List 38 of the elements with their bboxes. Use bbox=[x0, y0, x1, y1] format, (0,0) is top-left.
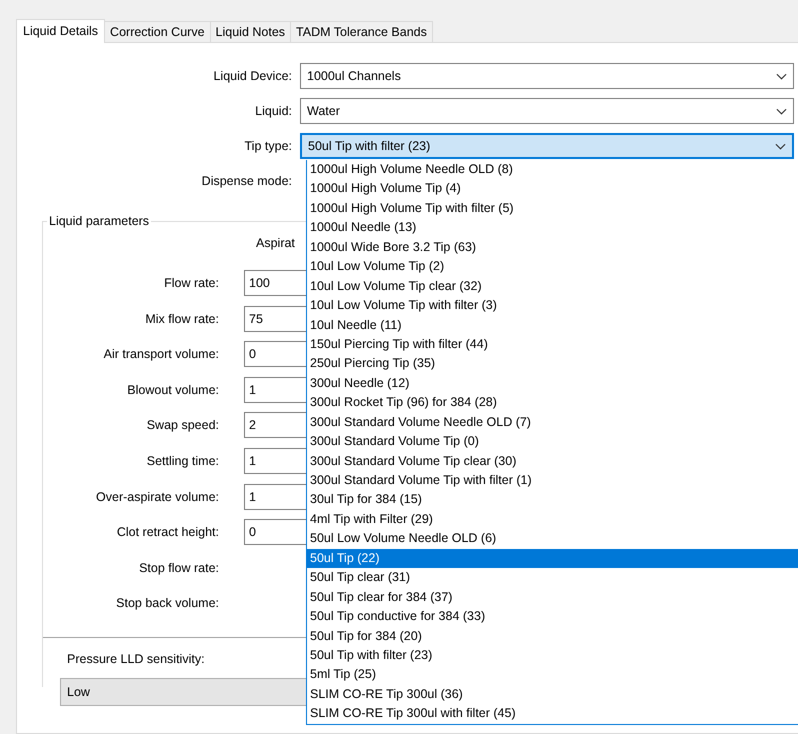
tab[interactable]: Liquid Notes bbox=[210, 21, 292, 42]
field-label: Stop flow rate: bbox=[138, 560, 220, 575]
field-label: Air transport volume: bbox=[102, 347, 220, 362]
group-title: Liquid parameters bbox=[47, 214, 152, 228]
list-option[interactable]: 50ul Tip (22) bbox=[307, 548, 798, 568]
field-label: Blowout volume: bbox=[126, 382, 220, 397]
list-option[interactable]: SLIM CO-RE Tip 300ul with filter (45) bbox=[307, 704, 798, 724]
field-label: Clot retract height: bbox=[116, 525, 220, 540]
list-option[interactable]: 1000ul High Volume Tip with filter (5) bbox=[307, 198, 798, 218]
list-option[interactable]: 1000ul Wide Bore 3.2 Tip (63) bbox=[307, 238, 798, 258]
field-label: Dispense mode: bbox=[200, 174, 293, 188]
list-option[interactable]: 50ul Tip conductive for 384 (33) bbox=[307, 607, 798, 626]
field-label: Pressure LLD sensitivity: bbox=[67, 652, 205, 666]
dropdown-field[interactable]: 1000ul Channels bbox=[300, 63, 794, 89]
chevron-down-icon bbox=[776, 72, 787, 80]
chevron-down-icon bbox=[776, 108, 787, 114]
list-option[interactable]: 1000ul High Volume Tip (4) bbox=[307, 179, 798, 199]
field-label: Flow rate: bbox=[163, 276, 220, 290]
dropdown-field[interactable]: 50ul Tip with filter (23) bbox=[300, 133, 794, 159]
tab[interactable]: Liquid Details bbox=[16, 19, 106, 43]
field-label: Mix flow rate: bbox=[144, 312, 220, 326]
field-label: Liquid: bbox=[254, 104, 293, 118]
tab[interactable]: TADM Tolerance Bands bbox=[290, 21, 433, 42]
list-option[interactable]: 50ul Tip clear (31) bbox=[307, 568, 798, 588]
field-label: Stop back volume: bbox=[115, 596, 220, 610]
list-option[interactable]: 50ul Tip clear for 384 (37) bbox=[307, 588, 798, 608]
field-label: Liquid Device: bbox=[212, 69, 293, 83]
list-option[interactable]: 50ul Tip with filter (23) bbox=[307, 646, 798, 666]
column-header: Aspirat bbox=[256, 236, 295, 250]
list-option[interactable]: 1000ul Needle (13) bbox=[307, 218, 798, 238]
list-option[interactable]: 1000ul High Volume Needle OLD (8) bbox=[307, 160, 798, 180]
chevron-down-icon bbox=[775, 142, 786, 150]
dropdown-field[interactable]: Water bbox=[300, 98, 794, 124]
field-label: Over-aspirate volume: bbox=[95, 490, 220, 504]
field-label: Settling time: bbox=[146, 454, 220, 468]
field-label: Tip type: bbox=[244, 139, 293, 153]
list-option[interactable]: 50ul Tip for 384 (20) bbox=[307, 626, 798, 646]
field-label: Swap speed: bbox=[146, 418, 220, 432]
